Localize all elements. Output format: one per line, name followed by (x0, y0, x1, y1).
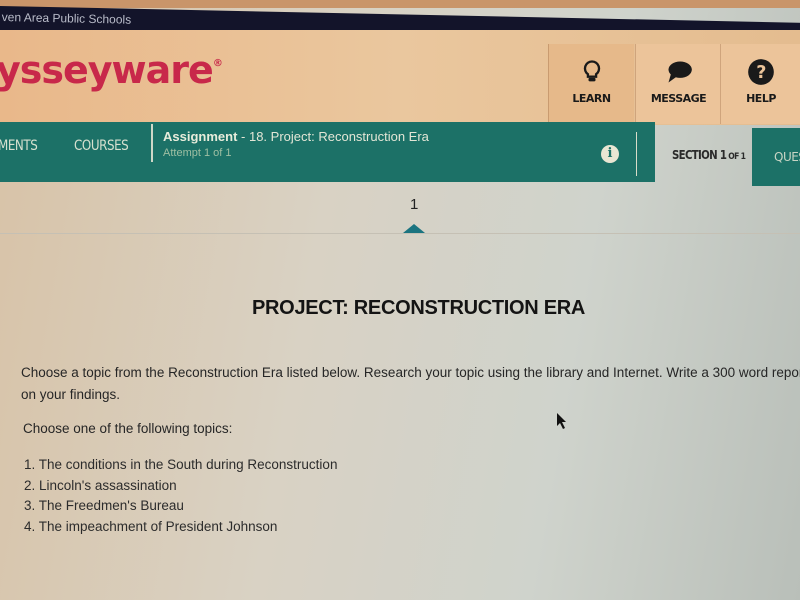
help-label: HELP (746, 92, 776, 105)
topics-prompt: Choose one of the following topics: (23, 421, 233, 436)
topic-item: 3. The Freedmen's Bureau (24, 498, 184, 513)
district-name: ven Area Public Schools (1, 10, 132, 27)
section-suffix: OF 1 (726, 152, 746, 162)
info-icon[interactable]: i (601, 145, 619, 163)
assignment-label: Assignment (163, 129, 238, 144)
help-button[interactable]: ? HELP (720, 44, 800, 124)
page-number[interactable]: 1 (410, 196, 418, 213)
browser-top-strip (0, 0, 800, 8)
topic-item: 4. The impeachment of President Johnson (24, 518, 278, 534)
learn-label: LEARN (572, 92, 611, 105)
nav-assignments[interactable]: MENTS (0, 138, 38, 154)
section-indicator: SECTION 1 OF 1 (672, 148, 746, 162)
project-title: PROJECT: RECONSTRUCTION ERA (252, 297, 586, 319)
topic-list: 1. The conditions in the South during Re… (24, 457, 337, 539)
pager-divider (0, 233, 800, 234)
question-circle-icon: ? (748, 59, 774, 85)
nav-divider (151, 124, 153, 162)
attempt-count: Attempt 1 of 1 (163, 147, 232, 159)
assignment-name: - 18. Project: Reconstruction Era (241, 129, 429, 144)
message-button[interactable]: MESSAGE (635, 44, 721, 124)
odysseyware-logo[interactable]: ysseyware® (0, 48, 223, 92)
topic-item: 1. The conditions in the South during Re… (24, 457, 338, 472)
topic-item: 2. Lincoln's assassination (24, 477, 177, 493)
svg-text:?: ? (756, 63, 766, 83)
registered-mark: ® (212, 58, 223, 69)
nav-courses[interactable]: COURSES (74, 138, 129, 154)
message-label: MESSAGE (650, 92, 707, 105)
learn-button[interactable]: LEARN (548, 44, 634, 124)
project-instructions: Choose a topic from the Reconstruction E… (21, 365, 800, 402)
nav-divider (636, 132, 637, 176)
questions-tab[interactable]: QUES (752, 128, 800, 186)
lightbulb-icon (583, 60, 600, 82)
assignment-title: Assignment - 18. Project: Reconstruction… (163, 129, 429, 144)
logo-text: ysseyware (0, 48, 214, 92)
page-marker-icon (403, 224, 425, 233)
speech-bubble-icon (668, 61, 692, 83)
mouse-cursor-icon (557, 413, 566, 429)
section-prefix: SECTION 1 (672, 148, 727, 162)
